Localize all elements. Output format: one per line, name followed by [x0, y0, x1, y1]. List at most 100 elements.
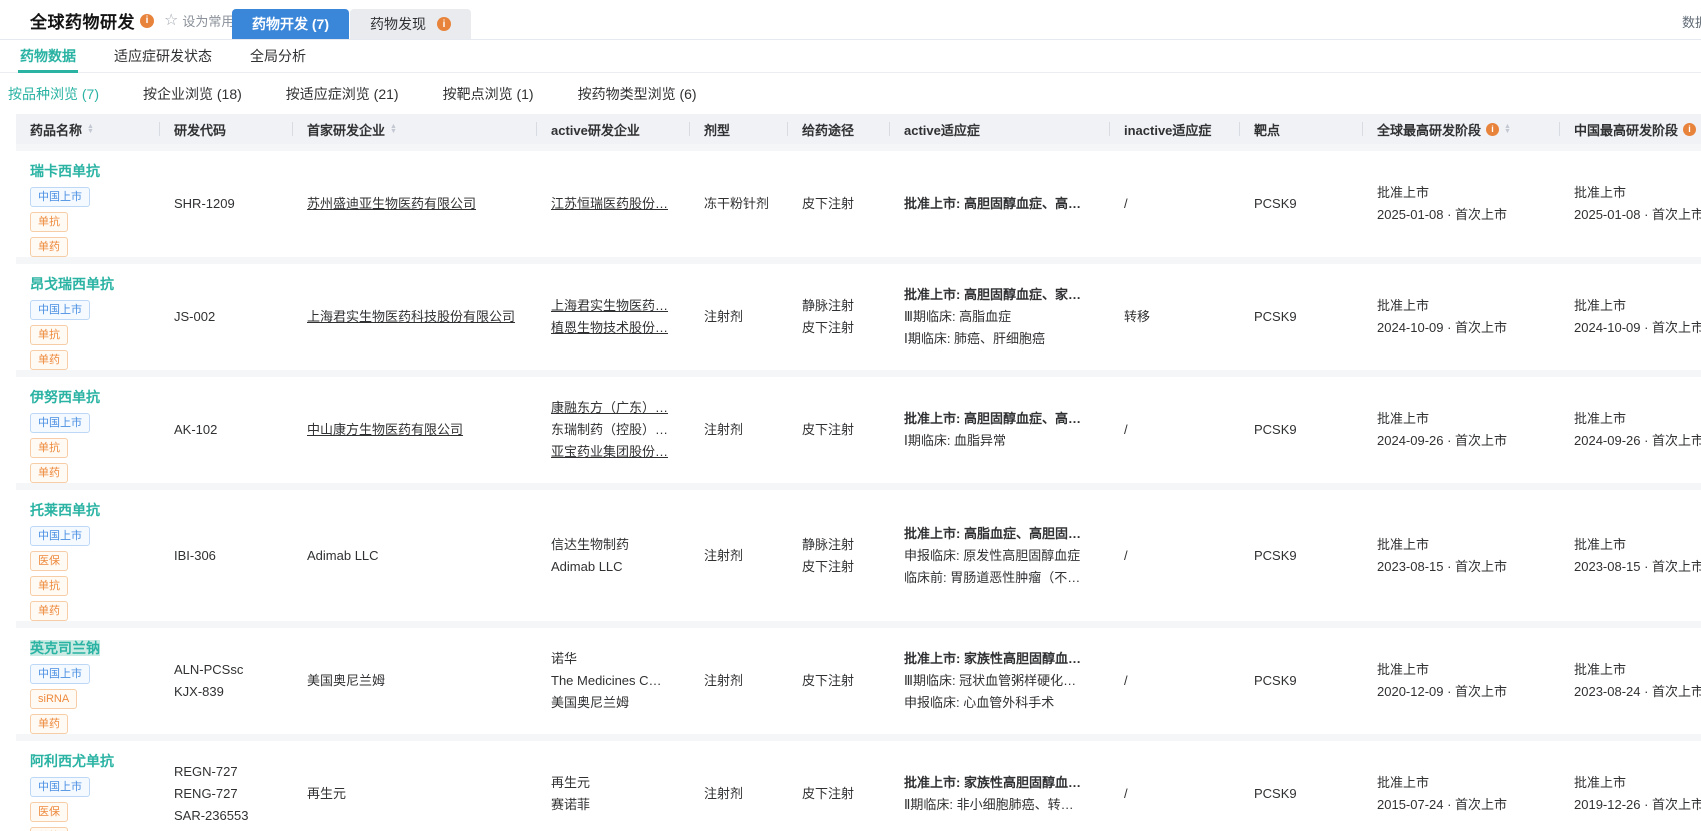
tab-drug-development[interactable]: 药物开发 (7) — [232, 9, 349, 39]
cell-active-developer: 再生元 赛诺菲 — [537, 772, 690, 816]
drug-tag: 医保 — [30, 802, 68, 822]
drug-tag: 单抗 — [30, 576, 68, 596]
stage-name: 批准上市 — [1377, 775, 1430, 790]
active-developer: Adimab LLC — [551, 558, 623, 574]
target-name: PCSK9 — [1254, 196, 1297, 211]
indication-line: Ⅲ期临床: 高脂血症 — [904, 309, 1012, 324]
drug-tag: 单药 — [30, 237, 68, 257]
col-label: 研发代码 — [174, 122, 227, 138]
info-icon[interactable]: i — [1683, 122, 1697, 136]
col-label: 药品名称 — [30, 122, 83, 138]
cell-inactive-indication: / — [1110, 193, 1240, 215]
active-developer-link[interactable]: 亚宝药业集团股份… — [551, 441, 668, 463]
drug-tag: 医保 — [30, 551, 68, 571]
subtab-global-analysis[interactable]: 全局分析 — [238, 40, 318, 72]
drug-tags: 中国上市 医保 单抗 单药 — [30, 526, 160, 621]
cell-drug-name: 托莱西单抗 中国上市 医保 单抗 单药 — [16, 490, 160, 621]
drug-tags: 中国上市 单抗 单药 — [30, 187, 160, 257]
cell-target: PCSK9 — [1240, 783, 1363, 805]
active-developer-link[interactable]: 康融东方（广东）… — [551, 397, 668, 419]
drug-name-link[interactable]: 英克司兰钠 — [30, 640, 100, 656]
col-label: 首家研发企业 — [307, 122, 386, 138]
col-global-stage[interactable]: 全球最高研发阶段 i ▲ ▼ — [1363, 114, 1560, 144]
cell-route: 皮下注射 — [788, 670, 890, 692]
dosage-form: 注射剂 — [704, 547, 744, 563]
drug-name-link[interactable]: 阿利西尤单抗 — [30, 753, 114, 769]
cell-first-developer: Adimab LLC — [293, 545, 537, 567]
col-label: 剂型 — [704, 122, 731, 138]
col-target: 靶点 — [1240, 114, 1363, 144]
inactive-indication: 转移 — [1124, 309, 1151, 324]
indication-line: 批准上市: 家族性高胆固醇血… — [904, 651, 1081, 666]
first-developer-link[interactable]: 苏州盛迪亚生物医药有限公司 — [307, 193, 476, 215]
title-info-icon[interactable]: i — [140, 13, 154, 28]
cell-active-developer: 信达生物制药 Adimab LLC — [537, 534, 690, 578]
cell-dosage-form: 注射剂 — [690, 670, 788, 692]
active-developer-link[interactable]: 植恩生物技术股份… — [551, 317, 668, 339]
cell-china-stage: 批准上市 2025-01-08 · 首次上市 — [1560, 182, 1701, 226]
drug-tags: 中国上市医保单抗 — [30, 777, 160, 831]
drug-name-link[interactable]: 托莱西单抗 — [30, 502, 100, 518]
cell-dosage-form: 注射剂 — [690, 545, 788, 567]
active-developer-link[interactable]: 江苏恒瑞医药股份… — [551, 193, 668, 215]
cell-route: 皮下注射 — [788, 193, 890, 215]
browse-by-variety[interactable]: 按品种浏览 (7) — [8, 84, 99, 104]
table-body: 瑞卡西单抗 中国上市 单抗 单药 SHR-1209 苏州盛迪亚生物医药有限公司 江苏恒瑞医药… — [16, 144, 1701, 831]
browse-by-company[interactable]: 按企业浏览 (18) — [143, 84, 242, 104]
tab-info-icon[interactable]: i — [437, 17, 451, 31]
cell-global-stage: 批准上市 2015-07-24 · 首次上市 — [1363, 772, 1560, 816]
cell-global-stage: 批准上市 2023-08-15 · 首次上市 — [1363, 534, 1560, 578]
dosage-form: 注射剂 — [704, 673, 744, 688]
table-row: 伊努西单抗 中国上市 单抗 单药 AK-102 中山康方生物医药有限公司 康融东方（广东）…… — [16, 377, 1701, 483]
rd-code: JS-002 — [174, 309, 216, 324]
active-developer: 赛诺菲 — [551, 797, 591, 812]
drug-name-link[interactable]: 瑞卡西单抗 — [30, 163, 100, 179]
first-developer-link[interactable]: 中山康方生物医药有限公司 — [307, 419, 463, 441]
inactive-indication: / — [1124, 547, 1128, 563]
col-drug-name[interactable]: 药品名称 ▲ ▼ — [16, 114, 160, 144]
rd-code: SHR-1209 — [174, 196, 235, 211]
subtab-drug-data[interactable]: 药物数据 — [8, 40, 88, 73]
col-label: active研发企业 — [551, 122, 640, 138]
route: 静脉注射 — [802, 298, 855, 313]
cell-active-developer: 江苏恒瑞医药股份… — [537, 193, 690, 215]
indication-line: 申报临床: 原发性高胆固醇血症 — [904, 547, 1081, 563]
cell-rd-code: JS-002 — [160, 306, 293, 328]
col-first-developer[interactable]: 首家研发企业 ▲ ▼ — [293, 114, 537, 144]
inactive-indication: / — [1124, 786, 1128, 801]
subtab-indication-status[interactable]: 适应症研发状态 — [102, 40, 224, 72]
drug-tag: 中国上市 — [30, 777, 90, 797]
cell-active-indication: 批准上市: 高胆固醇血症、高… — [890, 193, 1110, 215]
cell-rd-code: SHR-1209 — [160, 193, 293, 215]
cell-drug-name: 昂戈瑞西单抗 中国上市 单抗 单药 — [16, 264, 160, 370]
drug-name-link[interactable]: 昂戈瑞西单抗 — [30, 276, 114, 292]
cell-inactive-indication: / — [1110, 545, 1240, 567]
table-row: 英克司兰钠 中国上市 siRNA 单药 ALN-PCSsc KJX-839 美国奥尼兰姆 诺华… — [16, 628, 1701, 734]
browse-by-indication[interactable]: 按适应症浏览 (21) — [286, 84, 399, 104]
sort-icon[interactable]: ▲ ▼ — [1504, 123, 1511, 135]
sub-tabs: 药物数据 适应症研发状态 全局分析 — [0, 40, 1701, 73]
active-developer-link[interactable]: 上海君实生物医药… — [551, 295, 668, 317]
drug-tag: 单药 — [30, 463, 68, 483]
sort-icon[interactable]: ▲ ▼ — [87, 123, 94, 135]
stage-date: 2023-08-24 · 首次上市 — [1574, 684, 1701, 699]
drug-table: 药品名称 ▲ ▼ 研发代码 首家研发企业 ▲ ▼ active研发企业 剂型 给药途… — [16, 114, 1701, 831]
info-icon[interactable]: i — [1486, 122, 1500, 136]
browse-by-drug-type[interactable]: 按药物类型浏览 (6) — [578, 84, 697, 104]
inactive-indication: / — [1124, 673, 1128, 688]
indication-line: 批准上市: 家族性高胆固醇血… — [904, 775, 1081, 790]
stage-date: 2025-01-08 · 首次上市 — [1377, 207, 1508, 222]
favorite-star-icon[interactable]: ☆ — [164, 12, 178, 29]
sort-icon[interactable]: ▲ ▼ — [390, 123, 397, 135]
indication-line: 临床前: 胃肠道恶性肿瘤（不… — [904, 569, 1081, 585]
tab-drug-discovery[interactable]: 药物发现 i — [350, 9, 471, 39]
drug-tag: 中国上市 — [30, 664, 90, 684]
drug-name-link[interactable]: 伊努西单抗 — [30, 389, 100, 405]
active-developer: 东瑞制药（控股）… — [551, 422, 669, 437]
cell-rd-code: AK-102 — [160, 419, 293, 441]
top-right-label[interactable]: 数据 — [1682, 12, 1701, 31]
browse-by-target[interactable]: 按靶点浏览 (1) — [443, 84, 534, 104]
first-developer-link[interactable]: 上海君实生物医药科技股份有限公司 — [307, 306, 515, 328]
tab-label: 药物开发 (7) — [252, 16, 329, 32]
rd-code: IBI-306 — [174, 547, 216, 563]
